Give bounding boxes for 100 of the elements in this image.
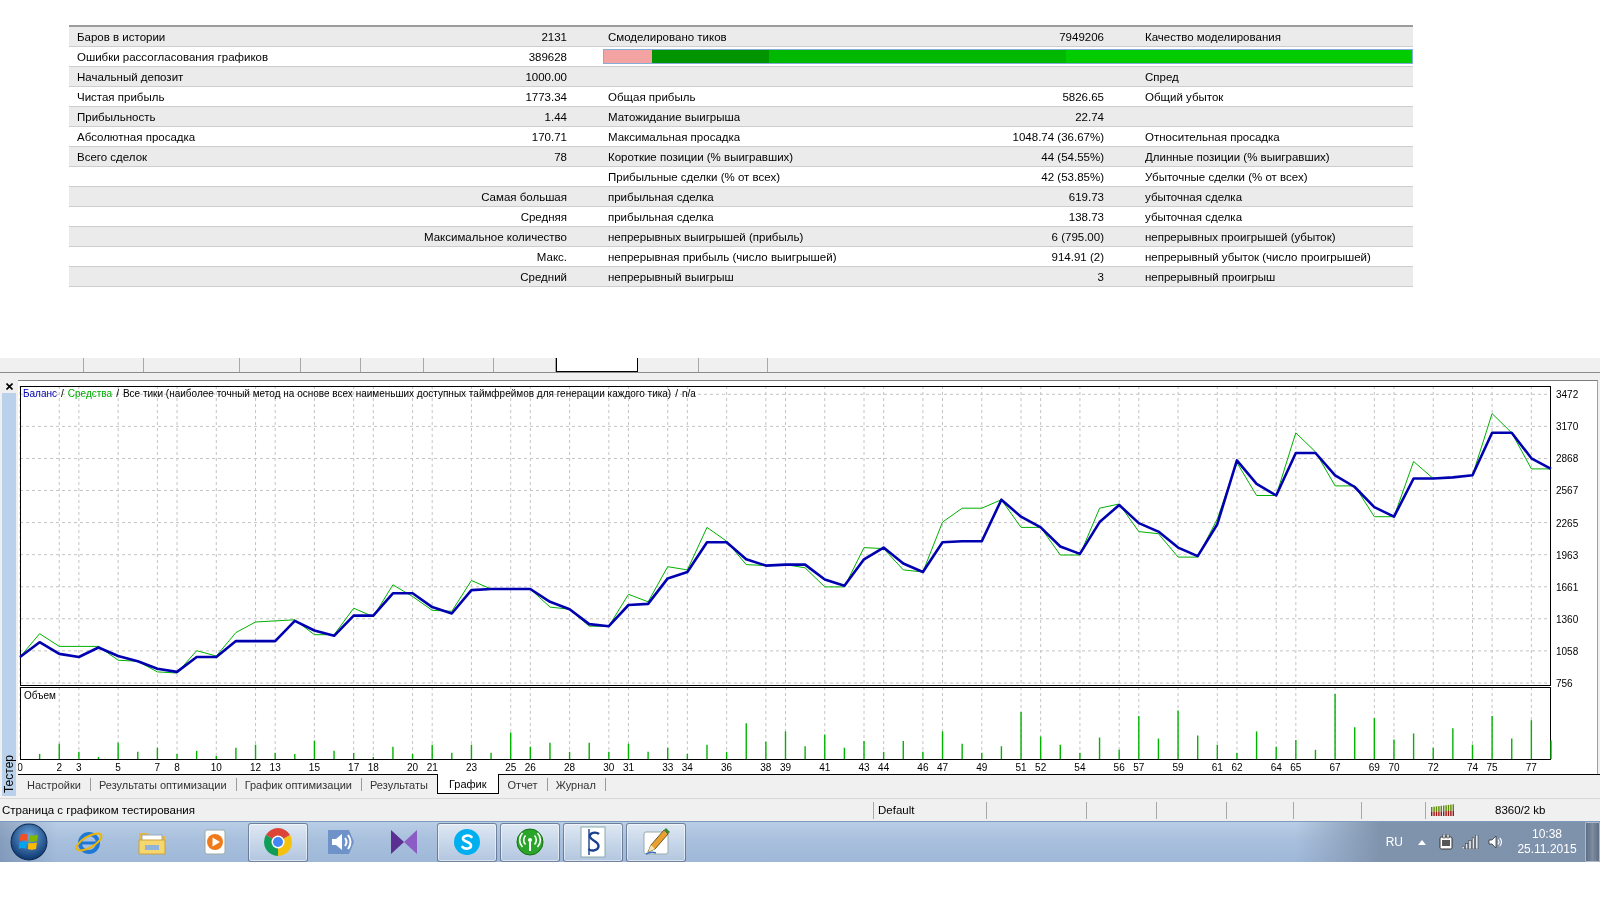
tab[interactable]: График [436, 774, 499, 794]
stat-label: Баров в истории [77, 30, 166, 43]
axis-tick-label: 756 [1556, 678, 1573, 689]
chart-title: Все тики (наиболее точный метод на основе всех наименьших доступных таймфреймов для генерации каждого тика) [122, 388, 672, 400]
tab[interactable]: Отчет [498, 775, 547, 794]
axis-tick-label: 41 [819, 762, 831, 773]
axis-tick-label: 31 [622, 762, 635, 773]
axis-tick-label: 12 [250, 762, 262, 773]
traffic-counter: 8360/2 kb [1495, 804, 1546, 816]
taskbar-button[interactable] [625, 822, 686, 862]
axis-tick-label: 77 [1525, 762, 1537, 773]
axis-tick-label: 54 [1074, 762, 1086, 773]
axis-tick-label: 1058 [1556, 645, 1579, 657]
stat-label: прибыльная сделка [608, 210, 714, 223]
legend-label: Баланс [23, 388, 58, 400]
stat-value: 42 (53.85%) [1041, 170, 1104, 183]
axis-tick-label: 61 [1211, 762, 1223, 773]
axis-tick-label: 15 [308, 762, 320, 773]
stat-value: 138.73 [1068, 210, 1104, 223]
axis-tick-label: 36 [721, 762, 733, 773]
stat-value: Средний [520, 270, 567, 283]
axis-tick-label: 1963 [1556, 549, 1579, 561]
axis-tick-label: 52 [1035, 762, 1047, 773]
stat-label: Прибыльность [77, 110, 156, 123]
taskbar-button[interactable] [247, 822, 308, 862]
axis-tick-label: 51 [1015, 762, 1027, 773]
stat-value: 170.71 [531, 130, 567, 143]
side-panel-tab[interactable]: Тестер [2, 393, 16, 796]
axis-tick-label: 26 [524, 762, 536, 773]
close-icon[interactable] [5, 383, 13, 390]
stat-label: Общий убыток [1145, 90, 1224, 103]
legend-separator: / [675, 388, 678, 400]
stat-label: непрерывный выигрыш [608, 270, 734, 283]
stat-label: Относительная просадка [1145, 130, 1280, 143]
clock-date: 25.11.2015 [1517, 842, 1577, 857]
axis-tick-label: 62 [1231, 762, 1243, 773]
tab[interactable]: Настройки [18, 775, 90, 794]
axis-tick-label: 13 [269, 762, 281, 773]
axis-tick-label: 7 [154, 762, 161, 773]
stat-label: Всего сделок [77, 150, 148, 163]
axis-tick-label: 2868 [1556, 453, 1579, 465]
stat-value: 3 [1097, 270, 1104, 283]
axis-tick-label: 2265 [1556, 517, 1579, 529]
taskbar-button[interactable] [499, 822, 560, 862]
axis-tick-label: 74 [1466, 762, 1479, 773]
tab[interactable]: Результаты [361, 775, 437, 794]
connection-bars-icon [1431, 804, 1455, 816]
show-desktop-button[interactable] [1585, 822, 1600, 862]
tricolor-circle-icon [261, 826, 294, 858]
tab[interactable]: Журнал [546, 775, 605, 794]
axis-tick-label: 65 [1290, 762, 1302, 773]
stat-value: 389628 [528, 50, 567, 63]
axis-tick-label: 30 [603, 762, 615, 773]
axis-tick-label: 1360 [1556, 613, 1579, 625]
legend-separator: / [61, 388, 64, 400]
stat-label: непрерывная прибыль (число выигрышей) [608, 250, 837, 263]
caret-up-icon[interactable] [1418, 839, 1426, 845]
stat-label: Прибыльные сделки (% от всех) [608, 170, 780, 183]
stat-label: Общая прибыль [608, 90, 696, 103]
stat-value: 22.74 [1075, 110, 1104, 123]
stat-label: Начальный депозит [77, 70, 184, 83]
stat-label: Абсолютная просадка [77, 130, 196, 143]
start-orb-icon[interactable] [9, 823, 48, 861]
stat-value: 44 (54.55%) [1041, 150, 1104, 163]
stat-label: непрерывный проигрыш [1145, 270, 1276, 283]
stat-label: Убыточные сделки (% от всех) [1145, 170, 1308, 183]
taskbar-button[interactable] [436, 822, 497, 862]
axis-tick-label: 3 [76, 762, 82, 773]
stat-label: прибыльная сделка [608, 190, 714, 203]
axis-tick-label: 10 [210, 762, 222, 773]
plug-icon[interactable] [1439, 834, 1453, 850]
axis-tick-label: 2 [56, 762, 63, 773]
taskbar-button[interactable] [562, 822, 623, 862]
axis-tick-label: 75 [1486, 762, 1498, 773]
stat-label: Спред [1145, 70, 1179, 83]
stat-value: 6 (795.00) [1051, 230, 1104, 243]
status-message: Страница с графиком тестирования [2, 804, 195, 816]
axis-tick-label: 69 [1368, 762, 1380, 773]
axis-tick-label: 28 [564, 762, 576, 773]
tab[interactable]: Результаты оптимизации [89, 775, 236, 794]
signal-bars-icon[interactable] [1462, 835, 1479, 849]
axis-tick-label: 57 [1133, 762, 1145, 773]
speaker-icon[interactable] [1488, 835, 1502, 849]
stat-label: убыточная сделка [1145, 210, 1243, 223]
axis-tick-label: 3170 [1556, 421, 1579, 433]
axis-tick-label: 38 [760, 762, 772, 773]
status-profile: Default [878, 804, 915, 816]
stat-value: 914.91 (2) [1051, 250, 1104, 263]
axis-tick-label: 67 [1329, 762, 1341, 773]
stat-label: Длинные позиции (% выигравших) [1145, 150, 1330, 163]
stat-label: Максимальная просадка [608, 130, 741, 143]
axis-tick-label: 49 [976, 762, 988, 773]
stat-value: 78 [554, 150, 567, 163]
tab[interactable] [556, 358, 638, 372]
axis-tick-label: 46 [917, 762, 929, 773]
axis-tick-label: 18 [367, 762, 379, 773]
axis-tick-label: 47 [936, 762, 949, 773]
stat-label: Качество моделирования [1145, 30, 1281, 43]
axis-tick-label: 25 [505, 762, 517, 773]
tab[interactable]: График оптимизации [235, 775, 361, 794]
